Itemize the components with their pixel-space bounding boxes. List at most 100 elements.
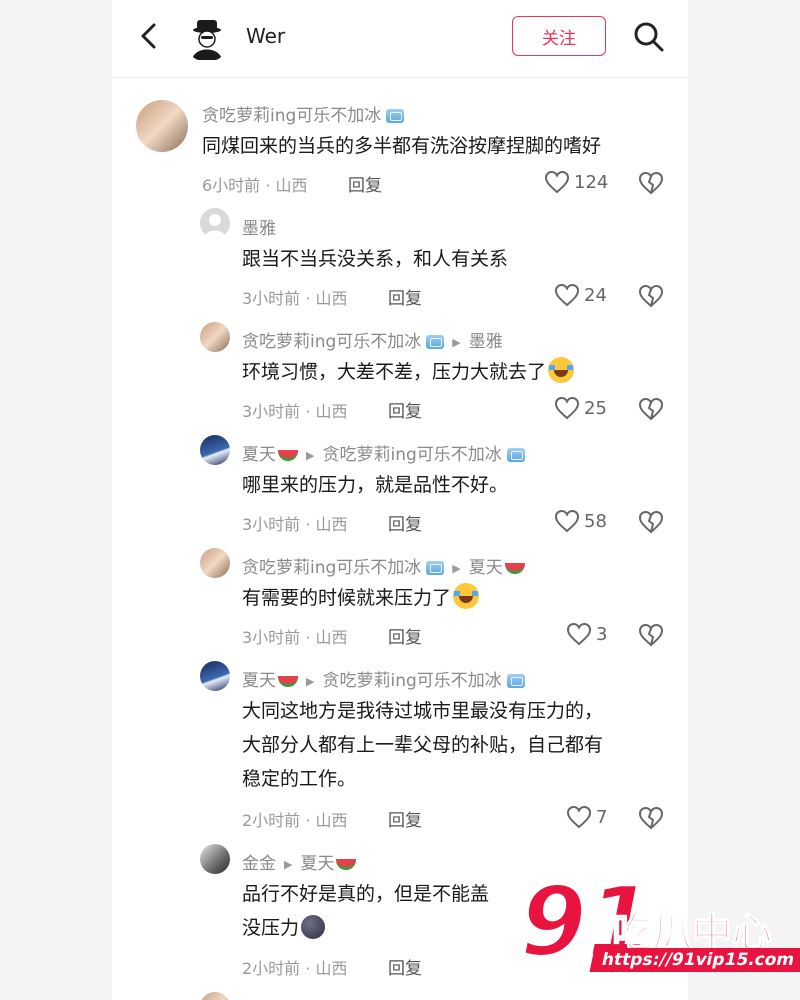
comment-text: 同煤回来的当兵的多半都有洗浴按摩捏脚的嗜好 [202, 135, 602, 157]
reply-to-name: 夏天 [300, 854, 335, 874]
dislike-icon[interactable] [638, 622, 664, 648]
reply-button[interactable]: 回复 [388, 623, 422, 648]
comment-text-body: 有需要的时候就来压力了 [242, 587, 452, 609]
dislike-icon[interactable] [638, 509, 664, 535]
default-avatar-icon [204, 214, 226, 238]
like-count: 24 [584, 284, 607, 306]
comment-meta: 2小时前 · 山西 [242, 959, 348, 978]
dislike-icon[interactable] [638, 170, 664, 196]
follow-button[interactable]: 关注 [512, 16, 606, 56]
top-bar: Wer 关注 [112, 0, 688, 78]
laughing-tears-emoji-icon [453, 583, 480, 609]
search-icon[interactable] [632, 20, 666, 54]
comment-meta: 3小时前 · 山西 [242, 402, 348, 421]
comment-text-body: 没压力 [242, 917, 300, 939]
watermark-logo: 91 吃瓜中心 https://91vip15.com [519, 871, 800, 982]
ice-emoji-icon [506, 448, 525, 462]
avatar[interactable] [136, 100, 188, 152]
comment-text: 品行不好是真的，但是不能盖 没压力 [242, 877, 489, 945]
comment-meta: 3小时前 · 山西 [242, 289, 348, 308]
heart-icon [554, 283, 580, 307]
reply-arrow-icon: ▶ [452, 336, 461, 349]
like-button[interactable]: 25 [554, 396, 607, 420]
dislike-icon[interactable] [638, 805, 664, 831]
comment-meta: 3小时前 · 山西 [242, 515, 348, 534]
watermelon-emoji-icon [278, 675, 298, 687]
comment-meta: 3小时前 · 山西 [242, 628, 348, 647]
reply-arrow-icon: ▶ [306, 675, 315, 688]
avatar[interactable] [200, 548, 230, 578]
back-arrow-icon[interactable] [136, 20, 164, 52]
reply-to-name: 夏天 [468, 558, 503, 578]
comment-text-line: 大部分人都有上一辈父母的补贴，自己都有 [242, 734, 604, 756]
comment-author[interactable]: 贪吃萝莉ing可乐不加冰 [202, 101, 405, 126]
reply-button[interactable]: 回复 [388, 284, 422, 309]
comment-author[interactable]: 夏天 ▶ 贪吃萝莉ing可乐不加冰 [242, 440, 525, 465]
comment-author[interactable]: 夏天 ▶ 贪吃萝莉ing可乐不加冰 [242, 666, 525, 691]
like-count: 58 [584, 510, 607, 532]
watermelon-emoji-icon [278, 449, 298, 461]
reply-button[interactable]: 回复 [388, 954, 422, 979]
ice-emoji-icon [386, 109, 405, 123]
heart-icon [554, 396, 580, 420]
reply-to-name: 贪吃萝莉ing可乐不加冰 [322, 445, 502, 465]
author-name: 夏天 [242, 445, 276, 465]
avatar[interactable] [200, 435, 230, 465]
comment-text: 哪里来的压力，就是品性不好。 [242, 474, 509, 496]
comment-meta: 6小时前 · 山西 [202, 176, 308, 195]
author-name: 贪吃萝莉ing可乐不加冰 [242, 332, 422, 352]
reply-button[interactable]: 回复 [388, 806, 422, 831]
comment-text: 环境习惯，大差不差，压力大就去了 [242, 355, 575, 389]
reply-arrow-icon: ▶ [284, 858, 293, 871]
comment-author[interactable]: 金金 ▶ 夏天 [242, 849, 357, 874]
like-button[interactable]: 3 [566, 622, 607, 646]
reply-button[interactable]: 回复 [388, 510, 422, 535]
comment-text: 有需要的时候就来压力了 [242, 581, 480, 615]
blob-emoji-icon [301, 915, 326, 939]
like-button[interactable]: 58 [554, 509, 607, 533]
like-button[interactable]: 124 [544, 170, 608, 194]
reply-arrow-icon: ▶ [452, 562, 461, 575]
like-button[interactable]: 24 [554, 283, 607, 307]
author-name: 贪吃萝莉ing可乐不加冰 [242, 558, 422, 578]
avatar[interactable] [200, 322, 230, 352]
like-count: 7 [596, 806, 608, 828]
author-name: 夏天 [242, 671, 276, 691]
reply-to-name: 墨雅 [468, 332, 503, 352]
comment-author[interactable]: 墨雅 [242, 214, 276, 239]
avatar[interactable] [200, 844, 230, 874]
comment-text-line: 稳定的工作。 [242, 768, 357, 790]
avatar[interactable] [200, 992, 230, 1000]
heart-icon [554, 509, 580, 533]
comment-text-line: 品行不好是真的，但是不能盖 [242, 883, 490, 905]
watermelon-emoji-icon [336, 858, 357, 870]
reply-button[interactable]: 回复 [388, 397, 422, 422]
dislike-icon[interactable] [638, 396, 664, 422]
author-name: 金金 [242, 854, 276, 874]
comment-text-body: 环境习惯，大差不差，压力大就去了 [242, 361, 547, 383]
reply-arrow-icon: ▶ [306, 449, 315, 462]
ice-emoji-icon [426, 335, 445, 349]
phone-screen: Wer 关注 贪吃萝莉ing可乐不加冰 同煤回来的当兵的多半都有洗浴按摩捏脚的嗜… [112, 0, 688, 1000]
like-button[interactable]: 7 [566, 805, 607, 829]
comment-text: 跟当不当兵没关系，和人有关系 [242, 248, 509, 270]
like-count: 3 [596, 623, 608, 645]
heart-icon [544, 170, 570, 194]
comment-meta: 2小时前 · 山西 [242, 811, 348, 830]
avatar[interactable] [200, 208, 230, 238]
reply-to-name: 贪吃萝莉ing可乐不加冰 [322, 671, 502, 691]
ice-emoji-icon [506, 674, 525, 688]
like-count: 25 [584, 397, 607, 419]
comment-author[interactable]: 贪吃萝莉ing可乐不加冰 ▶ 墨雅 [242, 327, 503, 352]
watermelon-emoji-icon [504, 562, 525, 574]
user-avatar[interactable] [184, 14, 230, 62]
ice-emoji-icon [426, 561, 445, 575]
comment-author[interactable]: 贪吃萝莉ing可乐不加冰 ▶ 夏天 [242, 553, 525, 578]
comment-text-line: 没压力 [242, 911, 489, 945]
dislike-icon[interactable] [638, 283, 664, 309]
author-name: 贪吃萝莉ing可乐不加冰 [202, 106, 382, 126]
reply-button[interactable]: 回复 [348, 171, 382, 196]
avatar[interactable] [200, 661, 230, 691]
heart-icon [566, 622, 592, 646]
watermark-url: https://91vip15.com [589, 948, 800, 972]
